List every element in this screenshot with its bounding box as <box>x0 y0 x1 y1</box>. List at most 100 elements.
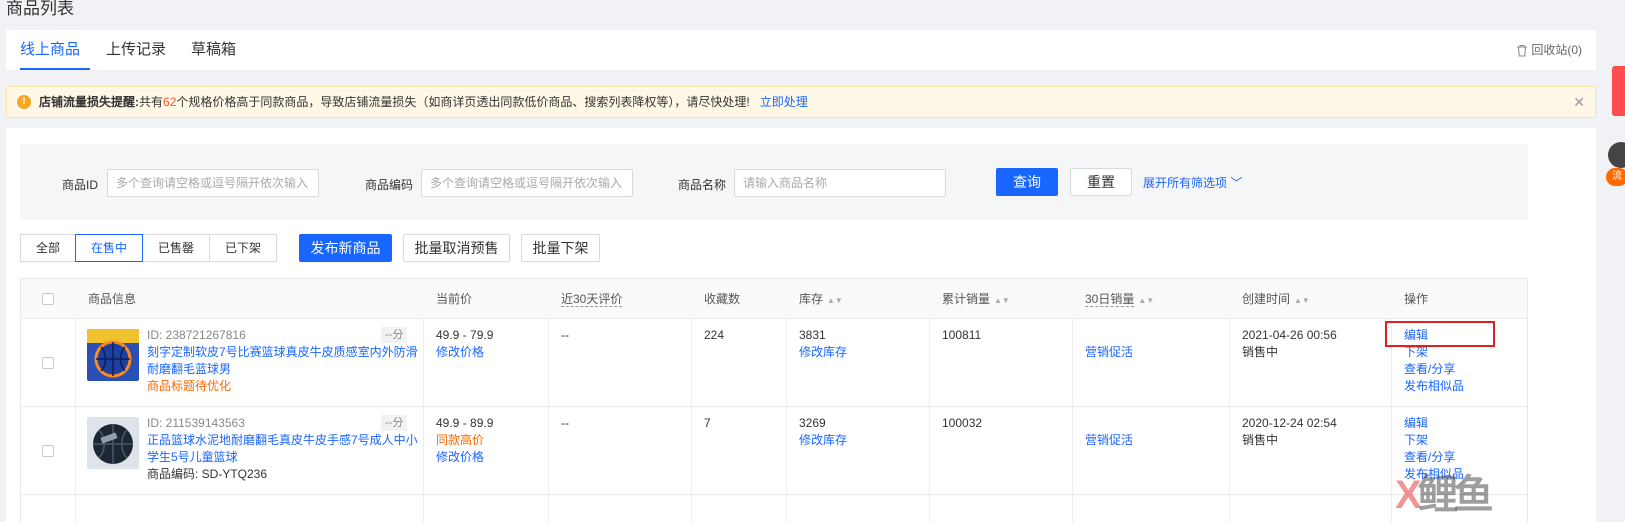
recycle-bin-label: 回收站(0) <box>1531 43 1582 57</box>
assistant-badge: 流 <box>1606 168 1625 186</box>
col-review-label: 近30天评价 <box>561 292 623 307</box>
marketing-promo-link[interactable]: 营销促活 <box>1085 432 1133 449</box>
tabs-bar: 线上商品 上传记录 草稿箱 回收站(0) <box>6 30 1596 70</box>
off-shelf-link[interactable]: 下架 <box>1404 432 1428 449</box>
product-table: 商品信息 当前价 近30天评价 收藏数 库存 ▲▼ 累计销量 ▲▼ 30日销量 ▲▼ … <box>20 278 1528 522</box>
product-name-input[interactable] <box>734 169 946 197</box>
product-score-badge: --分 <box>381 327 408 343</box>
row-checkbox[interactable] <box>42 445 54 457</box>
col-favorites: 收藏数 <box>704 292 741 306</box>
sort-icon: ▲▼ <box>1138 296 1155 305</box>
product-name-label: 商品名称 <box>678 178 727 192</box>
assistant-avatar[interactable] <box>1608 142 1625 168</box>
created-time: 2020-12-24 02:54 <box>1242 416 1337 430</box>
col-review: 近30天评价 <box>561 279 623 319</box>
favorites-count: 224 <box>704 328 725 342</box>
col-created-time[interactable]: 创建时间 ▲▼ <box>1242 279 1310 319</box>
status-tab-sold-out[interactable]: 已售罄 <box>142 234 210 262</box>
total-sales-value: 100811 <box>942 328 982 342</box>
edit-price-link[interactable]: 修改价格 <box>436 344 484 361</box>
product-title-line1[interactable]: 正品篮球水泥地耐磨翻毛真皮牛皮手感7号成人中小 <box>147 432 418 449</box>
sort-icon: ▲▼ <box>1294 296 1310 305</box>
edit-stock-link[interactable]: 修改库存 <box>799 344 847 361</box>
stock-value: 3269 <box>799 416 826 430</box>
table-row: ID: 238721267816 --分 刻字定制软皮7号比赛篮球真皮牛皮质感室… <box>21 319 1527 407</box>
side-feedback-tab[interactable] <box>1612 66 1625 116</box>
col-total-sales-label: 累计销量 <box>942 292 991 306</box>
product-title-line2[interactable]: 学生5号儿童篮球 <box>147 449 238 466</box>
alert-text-after: 个规格价格高于同款商品，导致店铺流量损失（如商详页透出同款低价商品、搜索列表降权… <box>176 95 750 109</box>
product-thumbnail[interactable] <box>87 417 139 469</box>
col-total-sales[interactable]: 累计销量 ▲▼ <box>942 279 1010 319</box>
table-row: ID: 211539143563 --分 正品篮球水泥地耐磨翻毛真皮牛皮手感7号… <box>21 407 1527 495</box>
sort-icon: ▲▼ <box>827 296 843 305</box>
same-item-high-price-tag[interactable]: 同款高价 <box>436 432 484 449</box>
product-code: 商品编码: SD-YTQ236 <box>147 467 268 481</box>
publish-product-button[interactable]: 发布新商品 <box>299 234 392 262</box>
table-header: 商品信息 当前价 近30天评价 收藏数 库存 ▲▼ 累计销量 ▲▼ 30日销量 ▲▼ … <box>21 279 1527 319</box>
query-button[interactable]: 查询 <box>996 168 1058 196</box>
alert-text: 店铺流量损失提醒:共有62个规格价格高于同款商品，导致店铺流量损失（如商详页透出… <box>39 87 808 117</box>
watermark-logo: X鲤鱼 <box>1395 473 1494 517</box>
reset-button[interactable]: 重置 <box>1070 168 1132 196</box>
col-30d-sales[interactable]: 30日销量 ▲▼ <box>1085 279 1154 319</box>
total-sales-value: 100032 <box>942 416 983 430</box>
created-time: 2021-04-26 00:56 <box>1242 328 1337 342</box>
status-tab-all[interactable]: 全部 <box>20 234 76 262</box>
row-checkbox[interactable] <box>42 357 54 369</box>
tab-drafts[interactable]: 草稿箱 <box>191 30 236 70</box>
active-tab-indicator <box>20 68 90 70</box>
alert-text-before: 共有 <box>139 95 164 109</box>
price-range: 49.9 - 79.9 <box>436 328 494 342</box>
col-current-price: 当前价 <box>436 292 473 306</box>
tab-upload-records[interactable]: 上传记录 <box>106 30 166 70</box>
col-stock-label: 库存 <box>799 292 824 306</box>
col-30d-sales-label: 30日销量 <box>1085 292 1135 307</box>
col-product-info: 商品信息 <box>88 292 137 306</box>
status-tab-off-shelf[interactable]: 已下架 <box>209 234 277 262</box>
handle-now-link[interactable]: 立即处理 <box>760 95 808 109</box>
review-value: -- <box>561 328 569 342</box>
sale-status: 销售中 <box>1242 433 1279 447</box>
product-id-label: 商品ID <box>62 178 99 192</box>
expand-filters-link[interactable]: 展开所有筛选项 ﹀ <box>1143 174 1242 191</box>
main-card: 商品ID 商品编码 商品名称 查询 重置 展开所有筛选项 ﹀ 全部 在售中 已售… <box>6 128 1596 522</box>
product-title-line1[interactable]: 刻字定制软皮7号比赛篮球真皮牛皮质感室内外防滑 <box>147 344 418 361</box>
product-code-label: 商品编码 <box>365 178 414 192</box>
product-id: ID: 211539143563 <box>147 416 245 430</box>
review-value: -- <box>561 416 569 430</box>
title-optimize-hint[interactable]: 商品标题待优化 <box>147 378 231 395</box>
alert-count: 62 <box>163 95 177 109</box>
product-thumbnail[interactable] <box>87 329 139 381</box>
publish-similar-link[interactable]: 发布相似品 <box>1404 378 1464 395</box>
page-title: 商品列表 <box>6 0 74 18</box>
product-title-line2[interactable]: 耐磨翻毛蓝球男 <box>147 361 231 378</box>
close-icon[interactable]: ✕ <box>1573 87 1585 117</box>
stock-value: 3831 <box>799 328 826 342</box>
view-share-link[interactable]: 查看/分享 <box>1404 361 1455 378</box>
batch-cancel-presale-button[interactable]: 批量取消预售 <box>403 234 510 262</box>
col-operations: 操作 <box>1404 292 1429 306</box>
edit-price-link[interactable]: 修改价格 <box>436 449 484 466</box>
chevron-down-icon: ﹀ <box>1230 176 1243 190</box>
edit-link[interactable]: 编辑 <box>1404 415 1428 432</box>
col-stock[interactable]: 库存 ▲▼ <box>799 279 843 319</box>
price-range: 49.9 - 89.9 <box>436 416 494 430</box>
product-id: ID: 238721267816 <box>147 328 246 342</box>
select-all-checkbox[interactable] <box>42 293 54 305</box>
trash-icon <box>1517 45 1528 57</box>
col-created-time-label: 创建时间 <box>1242 292 1291 306</box>
recycle-bin-link[interactable]: 回收站(0) <box>1516 30 1582 70</box>
marketing-promo-link[interactable]: 营销促活 <box>1085 344 1133 361</box>
batch-off-shelf-button[interactable]: 批量下架 <box>521 234 600 262</box>
warning-icon: ! <box>17 95 31 109</box>
expand-filters-label: 展开所有筛选项 <box>1143 176 1228 190</box>
status-tab-on-sale[interactable]: 在售中 <box>75 234 143 262</box>
product-code-input[interactable] <box>421 169 633 197</box>
traffic-loss-alert: ! 店铺流量损失提醒:共有62个规格价格高于同款商品，导致店铺流量损失（如商详页… <box>6 86 1596 118</box>
product-score-badge: --分 <box>381 415 408 431</box>
edit-stock-link[interactable]: 修改库存 <box>799 432 847 449</box>
tab-online-products[interactable]: 线上商品 <box>20 30 80 70</box>
product-id-input[interactable] <box>107 169 319 197</box>
edit-highlight-annotation <box>1385 321 1495 347</box>
